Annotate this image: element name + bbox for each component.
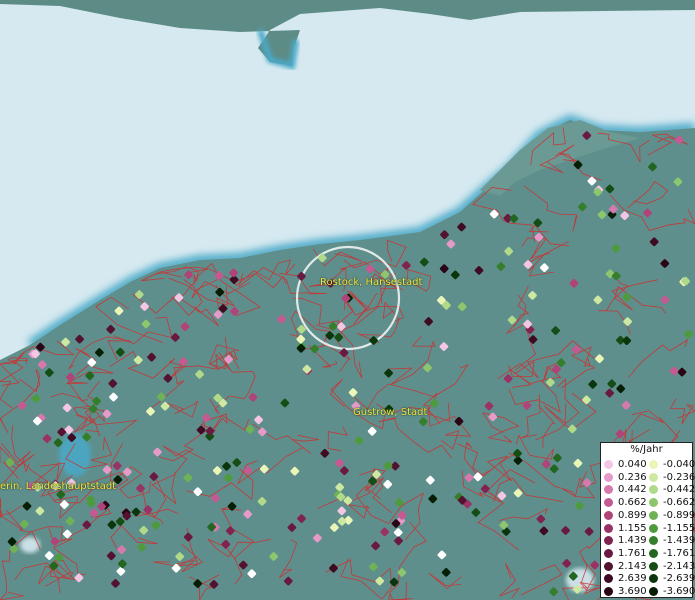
legend-value: 1.439 (618, 535, 647, 547)
legend-value: -2.143 (663, 560, 695, 572)
legend-value: 1.155 (618, 522, 647, 534)
legend: %/Jahr 0.040 0.236 0.442 0.662 0.899 1.155 1.4… (600, 442, 695, 598)
legend-swatch (604, 536, 613, 546)
legend-swatch (604, 561, 613, 571)
legend-swatch (604, 485, 613, 495)
legend-swatch (604, 548, 613, 558)
legend-swatch (604, 460, 613, 469)
legend-swatch (649, 485, 658, 495)
legend-swatch (649, 548, 658, 558)
legend-value: -3.690 (663, 586, 695, 597)
legend-swatch (649, 574, 658, 584)
legend-swatch (649, 510, 658, 520)
legend-value: -0.662 (663, 497, 695, 509)
legend-value: 2.143 (618, 560, 647, 572)
legend-swatch (649, 587, 658, 596)
lake (20, 537, 40, 553)
legend-swatch (604, 510, 613, 520)
legend-value: -0.236 (663, 471, 695, 483)
legend-swatch (649, 498, 658, 508)
legend-swatch (604, 523, 613, 533)
legend-value: -2.639 (663, 573, 695, 585)
legend-swatch (604, 498, 613, 508)
legend-value: -1.439 (663, 535, 695, 547)
legend-value: 0.442 (618, 484, 647, 496)
place-label-guestrow: Güstrow, Stadt (353, 407, 428, 418)
legend-value: 0.040 (618, 459, 647, 470)
legend-value: 3.690 (618, 586, 647, 597)
legend-value: -0.040 (663, 459, 695, 470)
legend-value: 0.899 (618, 509, 647, 521)
legend-swatch (604, 574, 613, 584)
legend-value: 1.761 (618, 547, 647, 559)
legend-value: 0.236 (618, 471, 647, 483)
legend-swatch (649, 523, 658, 533)
legend-value: -0.442 (663, 484, 695, 496)
legend-swatch (604, 587, 613, 596)
legend-title: %/Jahr (630, 444, 663, 455)
map-canvas[interactable] (0, 0, 695, 600)
legend-value: -1.761 (663, 547, 695, 559)
legend-swatch (649, 536, 658, 546)
place-label-schwerin: erin, Landeshauptstadt (0, 481, 117, 492)
place-label-rostock: Rostock, Hansestadt (320, 277, 423, 288)
legend-value: 2.639 (618, 573, 647, 585)
legend-value: -1.155 (663, 522, 695, 534)
legend-swatch (649, 561, 658, 571)
legend-value: 0.662 (618, 497, 647, 509)
legend-value: -0.899 (663, 509, 695, 521)
legend-swatch (649, 460, 658, 469)
legend-swatch (604, 472, 613, 482)
legend-swatch (649, 472, 658, 482)
